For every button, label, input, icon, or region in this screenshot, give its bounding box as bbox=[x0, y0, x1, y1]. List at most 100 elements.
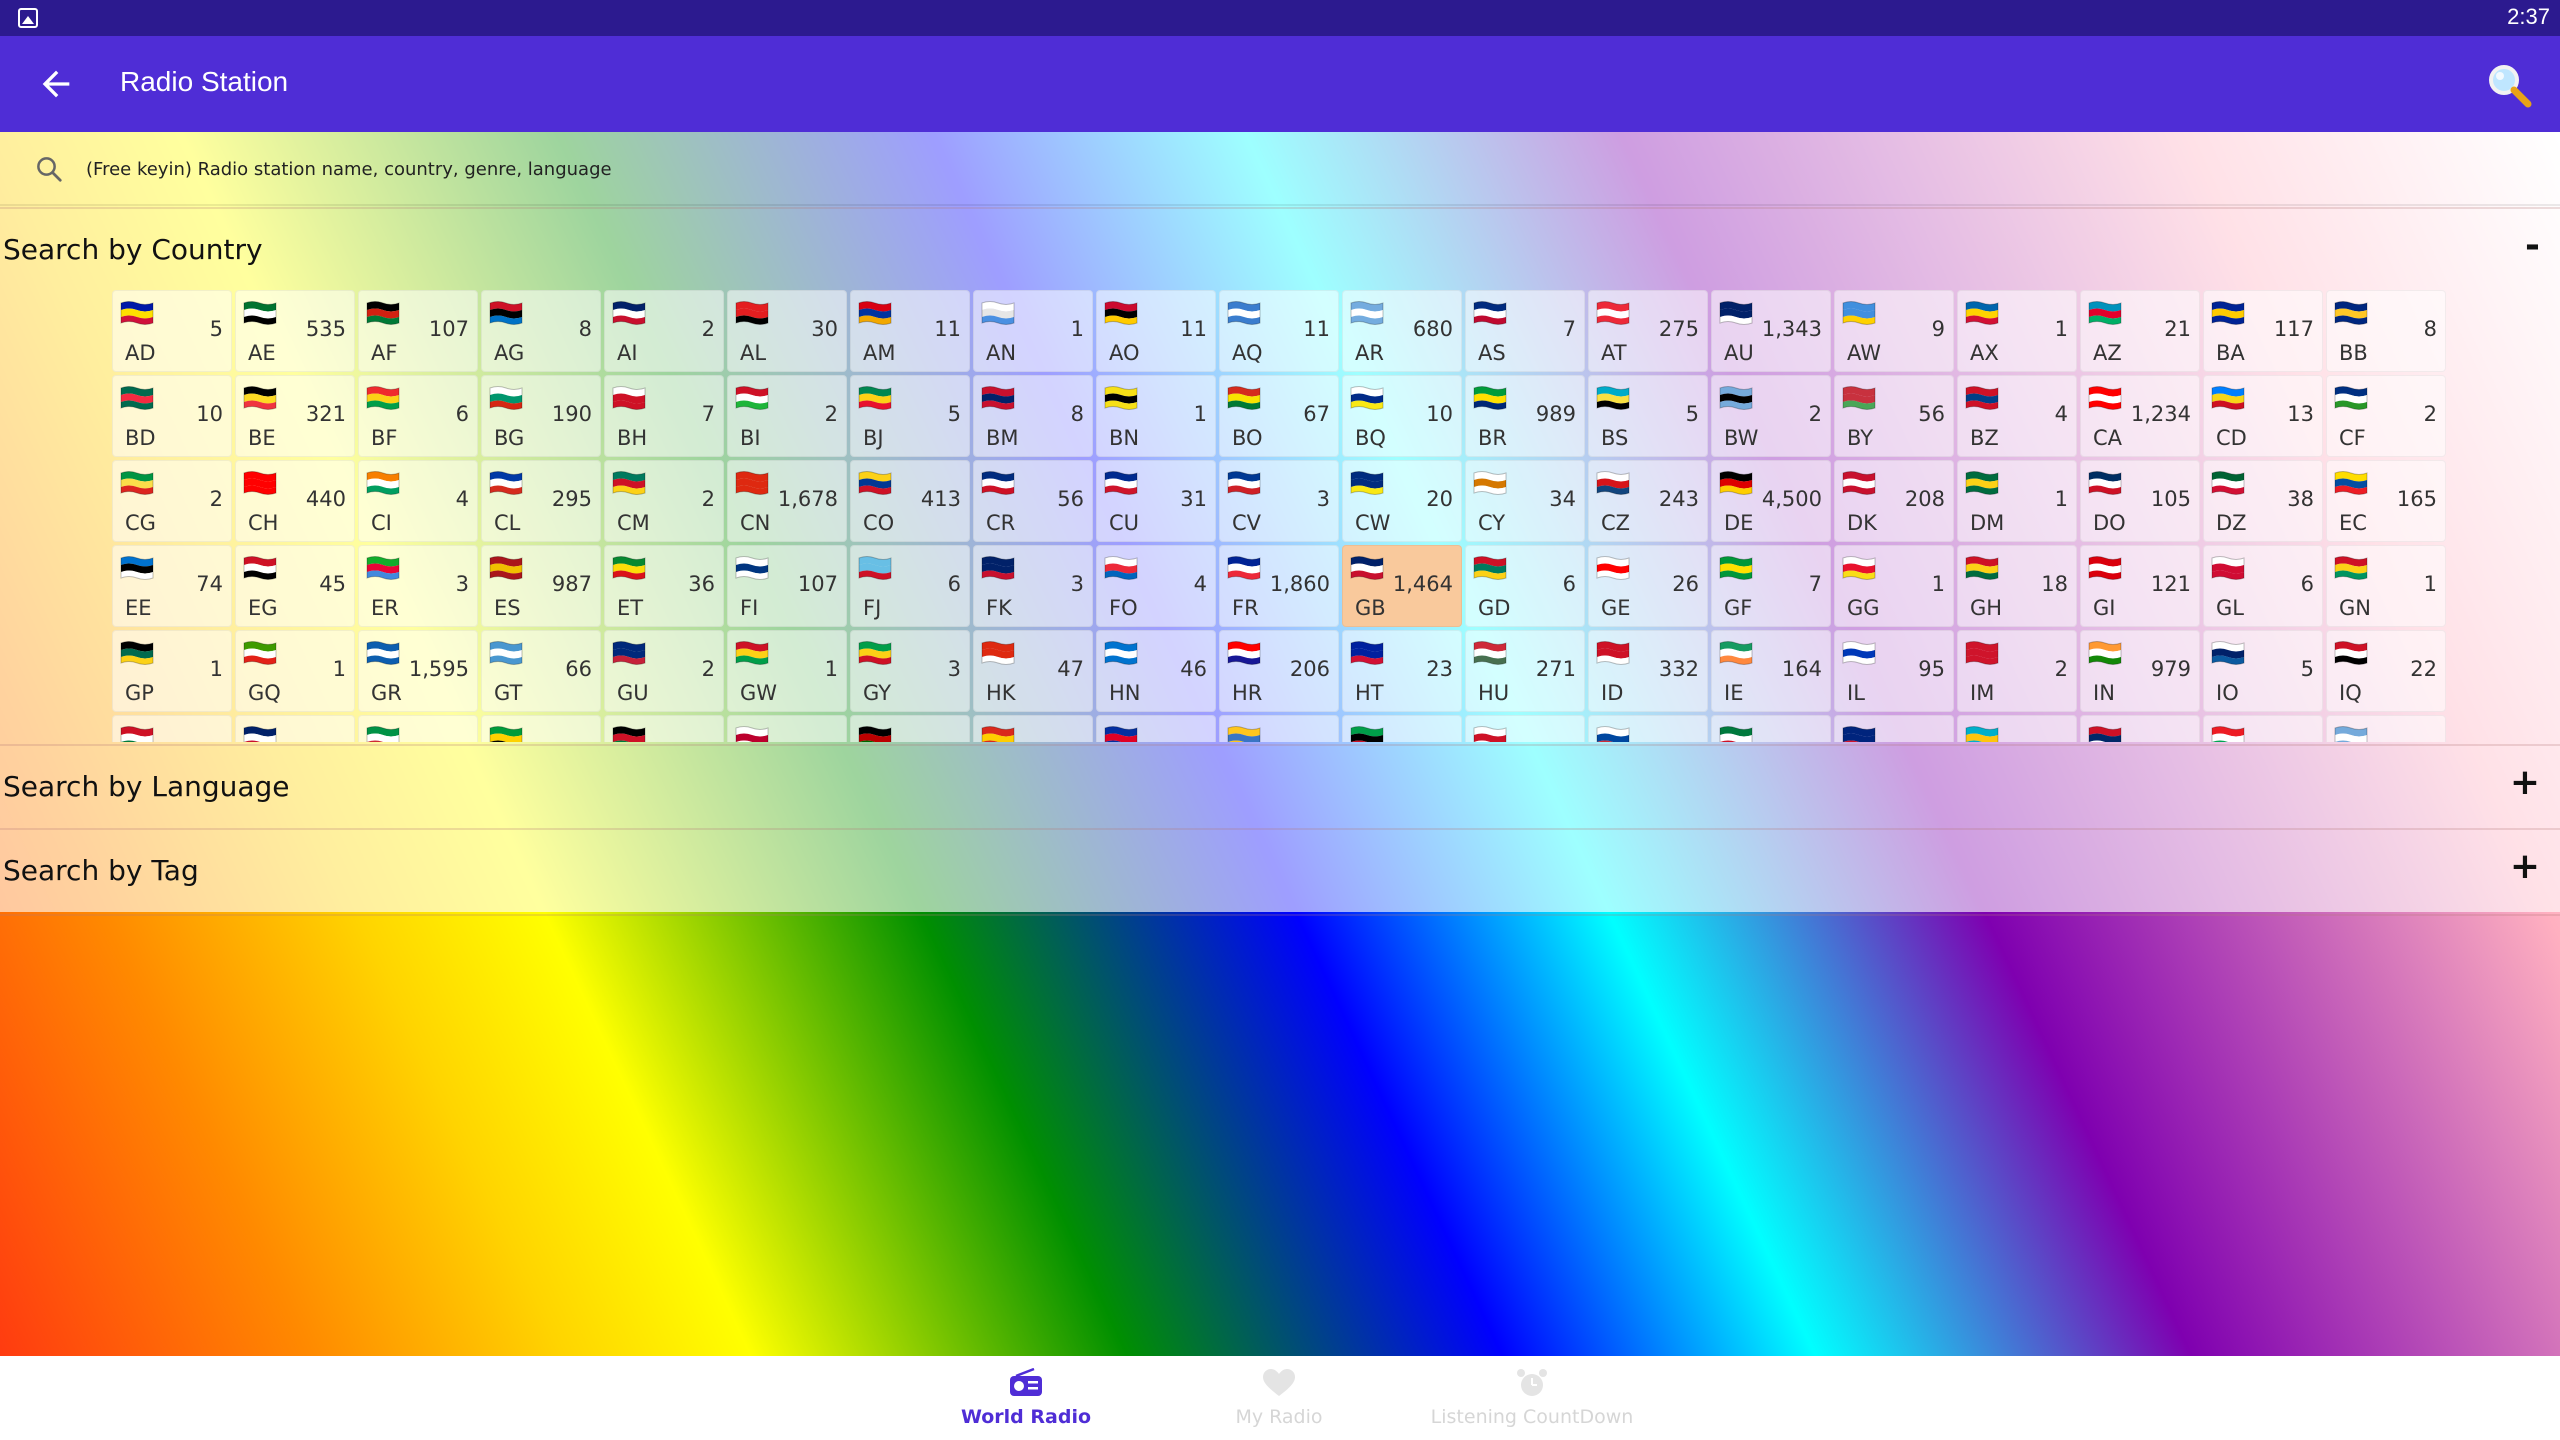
country-cell[interactable]: BZ 4 bbox=[1957, 375, 2077, 457]
country-cell[interactable]: BB 8 bbox=[2326, 290, 2446, 372]
country-cell[interactable]: CZ 243 bbox=[1588, 460, 1708, 542]
country-cell[interactable]: IN 979 bbox=[2080, 630, 2200, 712]
section-country-header[interactable]: Search by Country - bbox=[0, 207, 2560, 291]
collapse-toggle[interactable]: - bbox=[2525, 225, 2540, 266]
country-cell[interactable]: HN 46 bbox=[1096, 630, 1216, 712]
country-cell[interactable]: CI 4 bbox=[358, 460, 478, 542]
country-cell[interactable]: CA 1,234 bbox=[2080, 375, 2200, 457]
country-cell[interactable]: AG 8 bbox=[481, 290, 601, 372]
country-cell[interactable]: BW 2 bbox=[1711, 375, 1831, 457]
country-cell[interactable]: CG 2 bbox=[112, 460, 232, 542]
country-cell[interactable] bbox=[850, 715, 970, 742]
country-cell[interactable] bbox=[1219, 715, 1339, 742]
country-cell[interactable]: AI 2 bbox=[604, 290, 724, 372]
country-cell[interactable]: GE 26 bbox=[1588, 545, 1708, 627]
country-cell[interactable]: GQ 1 bbox=[235, 630, 355, 712]
country-cell[interactable]: BQ 10 bbox=[1342, 375, 1462, 457]
country-cell[interactable]: FK 3 bbox=[973, 545, 1093, 627]
country-cell[interactable] bbox=[604, 715, 724, 742]
country-cell[interactable]: GP 1 bbox=[112, 630, 232, 712]
country-cell[interactable]: BG 190 bbox=[481, 375, 601, 457]
country-cell[interactable] bbox=[112, 715, 232, 742]
country-cell[interactable]: FJ 6 bbox=[850, 545, 970, 627]
country-cell[interactable]: HU 271 bbox=[1465, 630, 1585, 712]
country-cell[interactable]: FO 4 bbox=[1096, 545, 1216, 627]
country-cell[interactable]: BY 56 bbox=[1834, 375, 1954, 457]
nav-world-radio[interactable]: World Radio bbox=[906, 1356, 1146, 1440]
country-cell[interactable]: AM 11 bbox=[850, 290, 970, 372]
country-cell[interactable]: AS 7 bbox=[1465, 290, 1585, 372]
country-cell[interactable]: GD 6 bbox=[1465, 545, 1585, 627]
country-cell[interactable]: IO 5 bbox=[2203, 630, 2323, 712]
country-cell[interactable]: BN 1 bbox=[1096, 375, 1216, 457]
country-cell[interactable]: ER 3 bbox=[358, 545, 478, 627]
country-cell[interactable]: BO 67 bbox=[1219, 375, 1339, 457]
country-cell[interactable]: BD 10 bbox=[112, 375, 232, 457]
country-cell[interactable]: HK 47 bbox=[973, 630, 1093, 712]
country-cell[interactable]: EE 74 bbox=[112, 545, 232, 627]
country-cell[interactable]: GR 1,595 bbox=[358, 630, 478, 712]
country-cell[interactable]: HR 206 bbox=[1219, 630, 1339, 712]
country-cell[interactable]: ET 36 bbox=[604, 545, 724, 627]
country-cell[interactable]: DM 1 bbox=[1957, 460, 2077, 542]
country-cell[interactable] bbox=[1957, 715, 2077, 742]
country-cell[interactable]: GW 1 bbox=[727, 630, 847, 712]
section-language-header[interactable]: Search by Language + bbox=[0, 744, 2560, 830]
country-cell[interactable]: GT 66 bbox=[481, 630, 601, 712]
arrow-left-icon[interactable] bbox=[36, 64, 76, 104]
country-cell[interactable]: BI 2 bbox=[727, 375, 847, 457]
country-cell[interactable]: GL 6 bbox=[2203, 545, 2323, 627]
country-cell[interactable]: ES 987 bbox=[481, 545, 601, 627]
country-cell[interactable]: EG 45 bbox=[235, 545, 355, 627]
nav-listening-countdown[interactable]: Listening CountDown bbox=[1412, 1356, 1652, 1440]
country-cell[interactable]: CR 56 bbox=[973, 460, 1093, 542]
country-cell[interactable]: HT 23 bbox=[1342, 630, 1462, 712]
country-cell[interactable] bbox=[1096, 715, 1216, 742]
expand-toggle[interactable]: + bbox=[2510, 846, 2540, 887]
country-cell[interactable]: CL 295 bbox=[481, 460, 601, 542]
country-cell[interactable]: AN 1 bbox=[973, 290, 1093, 372]
country-cell[interactable]: BF 6 bbox=[358, 375, 478, 457]
country-cell[interactable]: DZ 38 bbox=[2203, 460, 2323, 542]
country-cell[interactable] bbox=[2080, 715, 2200, 742]
country-cell[interactable]: DE 4,500 bbox=[1711, 460, 1831, 542]
country-cell[interactable]: BH 7 bbox=[604, 375, 724, 457]
country-cell[interactable] bbox=[1711, 715, 1831, 742]
country-cell[interactable]: IE 164 bbox=[1711, 630, 1831, 712]
country-cell[interactable] bbox=[2326, 715, 2446, 742]
country-cell[interactable]: AE 535 bbox=[235, 290, 355, 372]
country-cell[interactable]: GI 121 bbox=[2080, 545, 2200, 627]
country-cell[interactable]: CN 1,678 bbox=[727, 460, 847, 542]
country-cell[interactable] bbox=[727, 715, 847, 742]
search-input[interactable] bbox=[84, 150, 1688, 188]
country-cell[interactable]: EC 165 bbox=[2326, 460, 2446, 542]
country-cell[interactable]: BE 321 bbox=[235, 375, 355, 457]
country-cell[interactable]: ID 332 bbox=[1588, 630, 1708, 712]
country-cell[interactable]: FR 1,860 bbox=[1219, 545, 1339, 627]
country-cell[interactable]: CH 440 bbox=[235, 460, 355, 542]
country-cell[interactable]: CU 31 bbox=[1096, 460, 1216, 542]
country-cell[interactable]: AZ 21 bbox=[2080, 290, 2200, 372]
expand-toggle[interactable]: + bbox=[2510, 762, 2540, 803]
country-cell[interactable]: IQ 22 bbox=[2326, 630, 2446, 712]
country-cell[interactable]: BJ 5 bbox=[850, 375, 970, 457]
country-cell[interactable] bbox=[1342, 715, 1462, 742]
country-cell[interactable]: AR 680 bbox=[1342, 290, 1462, 372]
country-cell[interactable]: CD 13 bbox=[2203, 375, 2323, 457]
country-cell[interactable]: IL 95 bbox=[1834, 630, 1954, 712]
country-cell[interactable]: DK 208 bbox=[1834, 460, 1954, 542]
section-tag-header[interactable]: Search by Tag + bbox=[0, 828, 2560, 916]
country-cell[interactable]: CM 2 bbox=[604, 460, 724, 542]
country-cell[interactable]: CW 20 bbox=[1342, 460, 1462, 542]
country-cell[interactable]: GF 7 bbox=[1711, 545, 1831, 627]
country-cell[interactable] bbox=[481, 715, 601, 742]
country-cell[interactable]: GU 2 bbox=[604, 630, 724, 712]
country-cell[interactable]: GH 18 bbox=[1957, 545, 2077, 627]
country-cell[interactable]: CF 2 bbox=[2326, 375, 2446, 457]
country-cell[interactable]: AF 107 bbox=[358, 290, 478, 372]
country-cell[interactable]: CY 34 bbox=[1465, 460, 1585, 542]
country-cell[interactable]: GG 1 bbox=[1834, 545, 1954, 627]
country-cell[interactable] bbox=[1834, 715, 1954, 742]
country-cell[interactable]: FI 107 bbox=[727, 545, 847, 627]
country-cell[interactable]: BA 117 bbox=[2203, 290, 2323, 372]
